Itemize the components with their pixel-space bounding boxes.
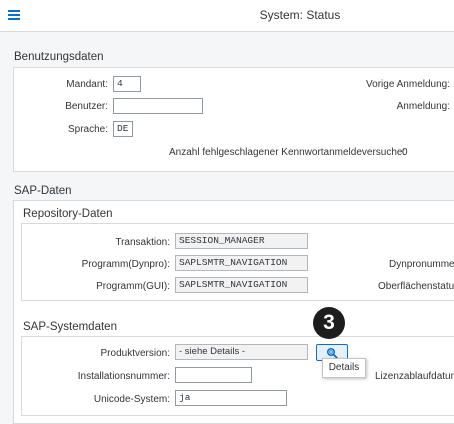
mandant-field[interactable]: 4: [113, 76, 141, 92]
sprache-label: Sprache:: [67, 124, 108, 135]
dynpronummer-label: Dynpronummer: [389, 259, 454, 270]
hamburger-menu-icon[interactable]: [8, 10, 20, 20]
installationsnummer-field[interactable]: [175, 367, 252, 383]
fehlversuche-value: 0: [402, 147, 408, 158]
section-title-sap-daten: SAP-Daten: [14, 185, 72, 197]
programm-dynpro-field[interactable]: SAPLSMTR_NAVIGATION: [175, 255, 308, 271]
produktversion-field[interactable]: - siehe Details -: [175, 344, 308, 360]
mandant-label: Mandant:: [66, 79, 108, 90]
oberflaechenstatus-label: Oberflächenstatus: [378, 281, 454, 292]
programm-gui-field[interactable]: SAPLSMTR_NAVIGATION: [175, 277, 308, 293]
vorige-anmeldung-label: Vorige Anmeldung:: [366, 79, 450, 90]
details-tooltip: Details: [322, 358, 366, 378]
unicode-system-field[interactable]: ja: [175, 390, 287, 406]
installationsnummer-label: Installationsnummer:: [77, 371, 170, 382]
anmeldung-label: Anmeldung:: [396, 101, 450, 112]
programm-gui-label: Programm(GUI):: [96, 281, 170, 292]
section-title-sap-systemdaten: SAP-Systemdaten: [23, 321, 117, 333]
section-title-benutzungsdaten: Benutzungsdaten: [14, 51, 104, 63]
top-bar: System: Status: [0, 0, 454, 32]
benutzer-field[interactable]: [113, 98, 203, 114]
transaktion-label: Transaktion:: [115, 237, 170, 248]
sprache-field[interactable]: DE: [113, 121, 133, 137]
fehlversuche-label: Anzahl fehlgeschlagener Kennwortanmeldev…: [169, 147, 406, 158]
page-title: System: Status: [259, 8, 341, 22]
unicode-system-label: Unicode-System:: [93, 394, 170, 405]
step-number-badge: 3: [313, 307, 345, 339]
transaktion-field[interactable]: SESSION_MANAGER: [175, 233, 308, 249]
benutzer-label: Benutzer:: [65, 101, 108, 112]
produktversion-label: Produktversion:: [100, 348, 170, 359]
lizenzablaufdatum-label: Lizenzablaufdatum: [375, 371, 454, 382]
section-title-repository-daten: Repository-Daten: [23, 208, 113, 220]
programm-dynpro-label: Programm(Dynpro):: [81, 259, 170, 270]
